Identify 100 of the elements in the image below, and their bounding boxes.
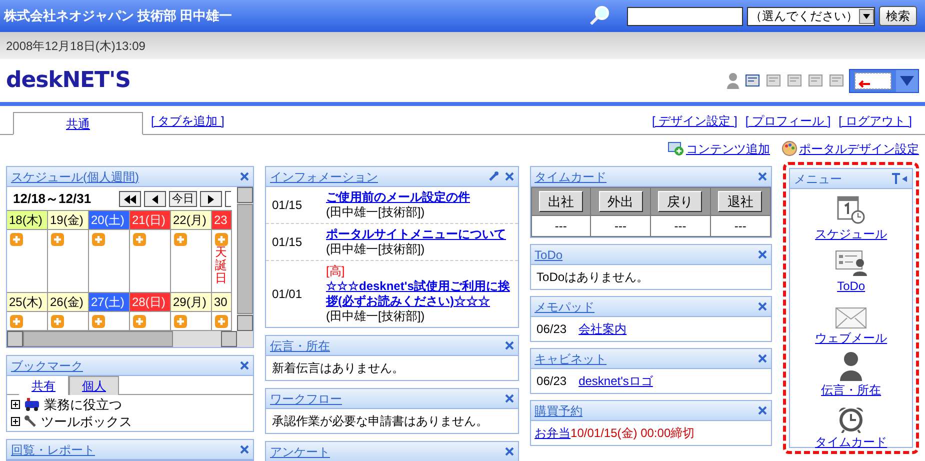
timecard-button[interactable]: 外出 [598,191,643,212]
user-title: 株式会社ネオジャパン 技術部 田中雄一 [4,7,232,26]
bookmark-folder[interactable]: 業務に役立つ [44,394,122,414]
previous-day-button[interactable] [144,191,166,207]
close-icon[interactable] [504,447,514,456]
day-header: 26(金) [47,292,89,312]
panel-title-link[interactable]: 購買予約 [534,402,583,420]
action-link[interactable]: ポータルデザイン設定 [782,140,919,158]
text-size-icon[interactable] [892,173,908,184]
close-icon[interactable] [758,250,768,259]
item-link[interactable]: お弁当 [534,424,571,442]
add-window-icon [668,142,684,156]
panel-title-link[interactable]: アンケート [270,442,330,460]
menu-link[interactable]: スケジュール [815,225,888,243]
panel-title-link[interactable]: スケジュール(個人週間) [11,168,139,186]
info-link[interactable]: ご使用前のメール設定の件 [326,190,470,205]
day-header: 30 [211,292,232,312]
expand-icon[interactable] [11,400,20,409]
action-link[interactable]: コンテンツ追加 [668,140,770,158]
expand-icon[interactable] [11,417,20,426]
tab[interactable]: 共通 [13,112,143,135]
panel-title-link[interactable]: インフォメーション [270,168,378,186]
arrow-icon [124,194,136,204]
panel-title-link[interactable]: ブックマーク [11,356,83,374]
add-tab-link[interactable]: [ タブを追加 ] [151,112,224,130]
current-datetime: 2008年12月18日(木)13:09 [6,38,146,55]
calendar-clock-icon[interactable] [836,195,866,225]
vertical-scrollbar[interactable] [237,187,253,331]
timecard-value: --- [673,218,688,235]
day-header: 22(月) [170,210,212,230]
close-icon[interactable] [240,361,249,370]
envelope-icon[interactable] [835,307,868,329]
day-header: 21(日) [129,210,171,230]
day-header: 18(木) [7,210,48,230]
day-header: 27(土) [88,292,130,312]
panel-title-link[interactable]: 伝言・所在 [270,336,330,354]
close-icon[interactable] [758,172,768,181]
empty-message: ToDoはありません。 [536,269,650,286]
info-date: 01/15 [272,234,304,251]
info-entry: [高] ☆☆☆desknet's試使用ご利用に挨拶(必ずお読みください)☆☆☆ (田中雄一[技術部]) [326,264,512,324]
timecard-value: --- [614,218,628,235]
close-icon[interactable] [504,394,514,403]
holiday-label: 天誕日 [215,246,227,286]
day-header: 28(日) [129,292,171,312]
close-icon[interactable] [504,172,514,181]
day-header: 19(金) [47,210,89,230]
timecard-button[interactable]: 戻り [658,191,702,212]
horizontal-scrollbar[interactable] [7,331,253,347]
info-link[interactable]: ☆☆☆desknet's試使用ご利用に挨拶(必ずお読みください)☆☆☆ [326,279,512,309]
menu-link[interactable]: 伝言・所在 [821,381,882,399]
close-icon[interactable] [758,354,768,363]
info-date: 01/01 [272,286,304,303]
timecard-value: --- [733,218,748,235]
previous-week-button[interactable] [119,191,142,207]
logo: deskNET'S [6,67,130,95]
item-date: 06/23 [536,321,567,338]
bookmark-tab[interactable]: 個人 [69,376,119,395]
timecard-button[interactable]: 退社 [718,191,762,212]
search-button[interactable]: 検索 [879,6,917,26]
date-range: 12/18～12/31 [13,190,92,208]
close-icon[interactable] [504,341,514,350]
header-link[interactable]: [ プロフィール ] [745,112,831,130]
close-icon[interactable] [758,406,768,415]
panel-title-link[interactable]: タイムカード [534,168,607,186]
menu-link[interactable]: ToDo [837,277,866,295]
next-day-button[interactable] [200,191,222,207]
menu-link[interactable]: タイムカード [815,433,888,451]
panel-title-link[interactable]: キャビネット [534,350,607,368]
item-link[interactable]: 会社案内 [578,320,627,338]
menu-link[interactable]: ウェブメール [815,329,888,347]
item-link[interactable]: desknet'sロゴ [578,372,653,390]
header-link[interactable]: [ デザイン設定 ] [652,112,738,130]
day-header: 20(土) [88,210,130,230]
today-button[interactable]: 今日 [169,191,198,207]
category-select[interactable]: （選んでください） [747,6,875,26]
search-icon[interactable] [589,5,611,27]
info-entry: ご使用前のメール設定の件 (田中雄一[技術部]) [326,190,470,220]
bookmark-tab[interactable]: 共有 [19,376,69,395]
panel-title-link[interactable]: ワークフロー [270,390,342,408]
close-icon[interactable] [758,302,768,311]
header-link[interactable]: [ ログアウト ] [838,112,912,130]
list-person-icon[interactable] [835,249,868,277]
close-icon[interactable] [240,445,249,454]
timecard-value: --- [554,218,568,235]
panel-title-link[interactable]: メモパッド [534,298,595,316]
bookmark-folder[interactable]: ツールボックス [41,412,132,432]
day-header: 29(月) [170,292,212,312]
empty-message: 新着伝言はありません。 [271,360,405,377]
info-link[interactable]: ポータルサイトメニューについて [326,227,506,242]
layout-switch-button[interactable] [849,68,919,92]
search-field[interactable] [627,6,743,26]
panel-title-link[interactable]: 回覧・レポート [11,440,95,458]
palette-icon [782,141,797,156]
deadline-text: 10/01/15(金) 00:00締切 [570,425,695,442]
panel-title-link[interactable]: ToDo [534,246,563,264]
close-icon[interactable] [240,172,249,181]
person-icon[interactable] [839,351,864,381]
day-header: 23 [211,210,232,230]
timecard-button[interactable]: 出社 [538,191,583,212]
dropdown-caret-icon [900,76,914,86]
